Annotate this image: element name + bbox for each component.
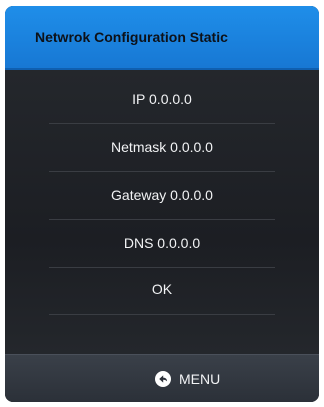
menu-button[interactable]: MENU [155, 369, 220, 389]
menu-item-gateway[interactable]: Gateway 0.0.0.0 [49, 172, 275, 218]
menu-item-label: Netmask 0.0.0.0 [111, 139, 213, 155]
menu-item-dns[interactable]: DNS 0.0.0.0 [49, 220, 275, 266]
page-title: Netwrok Configuration Static [35, 29, 228, 45]
bottom-bar: MENU [5, 354, 319, 402]
menu-item-label: Gateway 0.0.0.0 [111, 187, 213, 203]
divider [49, 314, 275, 315]
menu-item-label: IP 0.0.0.0 [132, 91, 192, 107]
menu-button-label: MENU [179, 371, 221, 387]
title-bar: Netwrok Configuration Static [5, 6, 319, 70]
menu-item-ip[interactable]: IP 0.0.0.0 [49, 76, 275, 122]
menu-item-netmask[interactable]: Netmask 0.0.0.0 [49, 124, 275, 170]
ok-button[interactable]: OK [49, 266, 275, 312]
menu-item-label: DNS 0.0.0.0 [123, 235, 201, 251]
back-arrow-icon [155, 371, 171, 387]
ok-button-label: OK [151, 281, 173, 297]
device-screen: Netwrok Configuration Static IP 0.0.0.0 … [5, 6, 319, 402]
menu-panel: IP 0.0.0.0 Netmask 0.0.0.0 Gateway 0.0.0… [5, 70, 319, 354]
